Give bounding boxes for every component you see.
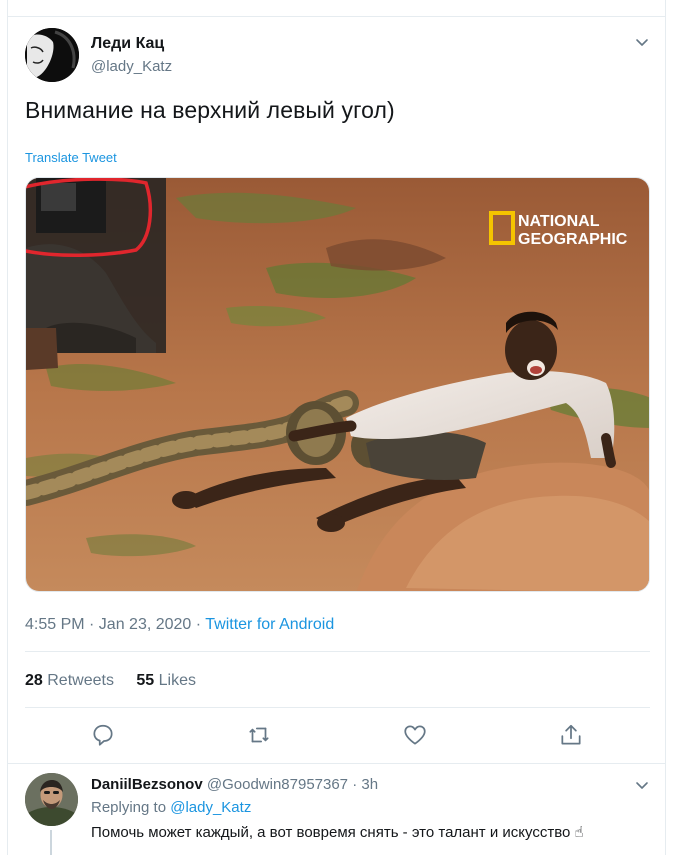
reply-author-handle[interactable]: @Goodwin87957367 · 3h bbox=[207, 776, 378, 793]
divider bbox=[25, 651, 650, 652]
watermark-line1: NATIONAL bbox=[518, 213, 600, 230]
translate-tweet-link[interactable]: Translate Tweet bbox=[25, 150, 117, 165]
replying-prefix: Replying to bbox=[91, 799, 171, 816]
likes-stat[interactable]: 55 Likes bbox=[136, 672, 196, 689]
replying-to: Replying to @lady_Katz bbox=[91, 799, 251, 816]
retweets-count: 28 bbox=[25, 672, 43, 689]
likes-label: Likes bbox=[158, 672, 197, 689]
reply-icon[interactable] bbox=[90, 722, 116, 748]
thread-connector bbox=[50, 830, 52, 855]
tweet-text: Внимание на верхний левый угол) bbox=[25, 97, 395, 123]
chevron-down-icon[interactable] bbox=[634, 777, 650, 793]
retweet-icon[interactable] bbox=[246, 722, 272, 748]
divider bbox=[25, 707, 650, 708]
tweet-timestamp[interactable]: 4:55 PM · Jan 23, 2020 · bbox=[25, 616, 205, 633]
share-icon[interactable] bbox=[558, 722, 584, 748]
author-name[interactable]: Леди Кац bbox=[91, 35, 164, 53]
likes-count: 55 bbox=[136, 672, 155, 689]
tweet-metadata: 4:55 PM · Jan 23, 2020 · Twitter for And… bbox=[25, 616, 334, 634]
tweet-source-link[interactable]: Twitter for Android bbox=[205, 616, 334, 633]
replying-mention-link[interactable]: @lady_Katz bbox=[170, 799, 251, 816]
retweets-label: Retweets bbox=[47, 672, 114, 689]
reply-author-name[interactable]: DaniilBezsonov bbox=[91, 776, 203, 793]
tweet-photo[interactable]: NATIONAL GEOGRAPHIC bbox=[25, 177, 650, 592]
reply-author-avatar[interactable] bbox=[25, 773, 78, 826]
retweets-stat[interactable]: 28 Retweets bbox=[25, 672, 114, 689]
watermark-line2: GEOGRAPHIC bbox=[518, 231, 628, 248]
reply-text: Помочь может каждый, а вот вовремя снять… bbox=[91, 824, 584, 841]
reply-divider bbox=[8, 763, 665, 764]
chevron-down-icon[interactable] bbox=[634, 34, 650, 50]
tweet-stats: 28 Retweets 55 Likes bbox=[25, 672, 214, 690]
top-divider bbox=[8, 16, 665, 17]
author-avatar[interactable] bbox=[25, 28, 79, 82]
reply-header: DaniilBezsonov @Goodwin87957367 · 3h bbox=[91, 776, 378, 793]
author-handle[interactable]: @lady_Katz bbox=[91, 58, 172, 75]
like-icon[interactable] bbox=[402, 722, 428, 748]
